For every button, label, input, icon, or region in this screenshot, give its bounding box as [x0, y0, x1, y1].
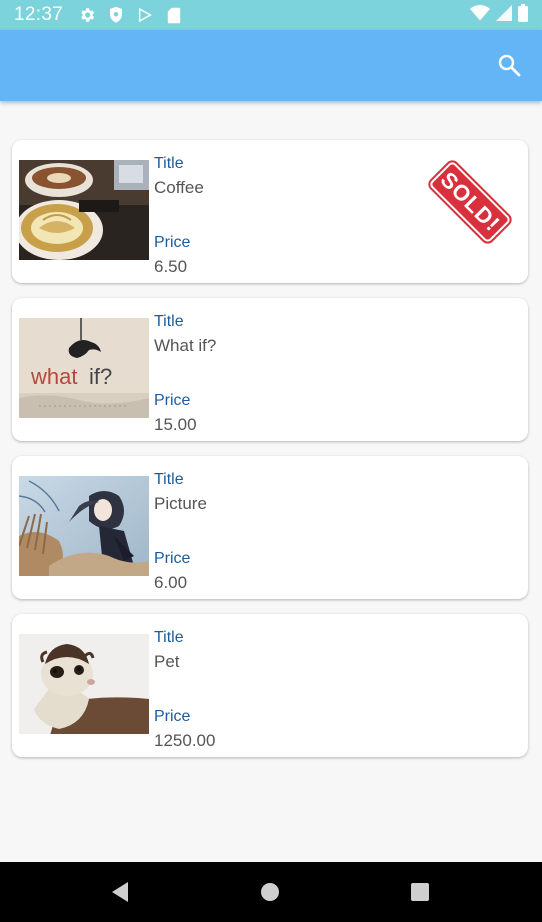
list-item[interactable]: what if? Title What if? Price 15.00: [12, 298, 528, 441]
shield-icon: [106, 5, 126, 25]
item-title: Picture: [154, 494, 207, 513]
item-title: What if?: [154, 336, 217, 355]
title-label: Title: [154, 629, 184, 646]
gear-icon: [77, 5, 97, 25]
item-image-pet: [19, 634, 149, 734]
list-item[interactable]: Title Coffee Price 6.50 SOLD!: [12, 140, 528, 283]
wifi-icon: [470, 4, 490, 26]
item-price: 15.00: [154, 415, 197, 434]
item-title: Pet: [154, 652, 180, 671]
list-item[interactable]: Title Picture Price 6.00: [12, 456, 528, 599]
battery-icon: [518, 3, 528, 27]
item-image-coffee: [19, 160, 149, 260]
svg-text:if?: if?: [89, 364, 112, 389]
title-label: Title: [154, 471, 184, 488]
price-label: Price: [154, 234, 191, 251]
svg-text:what: what: [30, 364, 77, 389]
title-label: Title: [154, 155, 184, 172]
price-label: Price: [154, 550, 191, 567]
sd-card-icon: [164, 5, 184, 25]
list-item[interactable]: Title Pet Price 1250.00: [12, 614, 528, 757]
recents-icon[interactable]: [408, 880, 432, 904]
signal-icon: [496, 4, 512, 26]
home-icon[interactable]: [258, 880, 282, 904]
item-image-picture: [19, 476, 149, 576]
play-store-icon: [135, 5, 155, 25]
status-bar: 12:37: [0, 0, 542, 30]
price-label: Price: [154, 392, 191, 409]
sold-badge: SOLD!: [428, 160, 512, 244]
item-image-what-if: what if?: [19, 318, 149, 418]
navigation-bar: [0, 862, 542, 922]
app-bar: [0, 30, 542, 101]
price-label: Price: [154, 708, 191, 725]
search-icon[interactable]: [496, 52, 522, 78]
item-price: 6.50: [154, 257, 188, 276]
item-title: Coffee: [154, 178, 204, 197]
status-time: 12:37: [14, 4, 64, 25]
item-price: 1250.00: [154, 731, 216, 750]
title-label: Title: [154, 313, 184, 330]
back-icon[interactable]: [108, 880, 132, 904]
item-price: 6.00: [154, 573, 188, 592]
